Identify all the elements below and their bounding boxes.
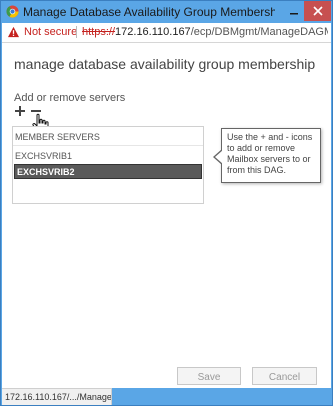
callout-pointer-fill [215, 150, 223, 164]
status-url-bubble: 172.16.110.167/.../ManageD... [2, 388, 112, 405]
address-separator [76, 26, 77, 38]
url-protocol: https:// [82, 26, 116, 38]
list-item-selected[interactable]: EXCHSVRIB2 [14, 164, 202, 179]
list-item[interactable]: EXCHSVRIB1 [13, 149, 201, 164]
list-divider [13, 145, 203, 146]
security-status[interactable]: Not secure [24, 26, 77, 38]
chrome-icon [6, 5, 19, 18]
callout-text: Use the + and - icons to add or remove M… [227, 132, 313, 175]
help-callout: Use the + and - icons to add or remove M… [213, 128, 321, 183]
address-bar[interactable]: Not secure https://172.16.110.167/ecp/DB… [2, 23, 331, 43]
page-title: manage database availability group membe… [14, 56, 316, 72]
minimize-button[interactable] [282, 1, 306, 21]
list-column-header[interactable]: MEMBER SERVERS [15, 132, 100, 142]
save-button[interactable]: Save [177, 367, 241, 385]
minimize-icon [290, 13, 298, 15]
url-path: /ecp/DBMgmt/ManageDAGMembers... [190, 26, 328, 38]
browser-window: Manage Database Availability Group Membe… [0, 0, 333, 406]
url-text[interactable]: https://172.16.110.167/ecp/DBMgmt/Manage… [82, 26, 328, 38]
close-icon [312, 6, 323, 16]
add-icon[interactable] [13, 103, 27, 119]
close-button[interactable] [304, 1, 331, 21]
cancel-button[interactable]: Cancel [252, 367, 317, 385]
dialog-content: manage database availability group membe… [2, 43, 331, 388]
title-bar[interactable]: Manage Database Availability Group Membe… [1, 1, 332, 23]
warning-icon [7, 26, 20, 38]
window-title: Manage Database Availability Group Membe… [23, 5, 275, 19]
member-servers-list[interactable]: MEMBER SERVERS EXCHSVRIB1 EXCHSVRIB2 [12, 126, 204, 204]
url-host: 172.16.110.167 [115, 26, 191, 38]
